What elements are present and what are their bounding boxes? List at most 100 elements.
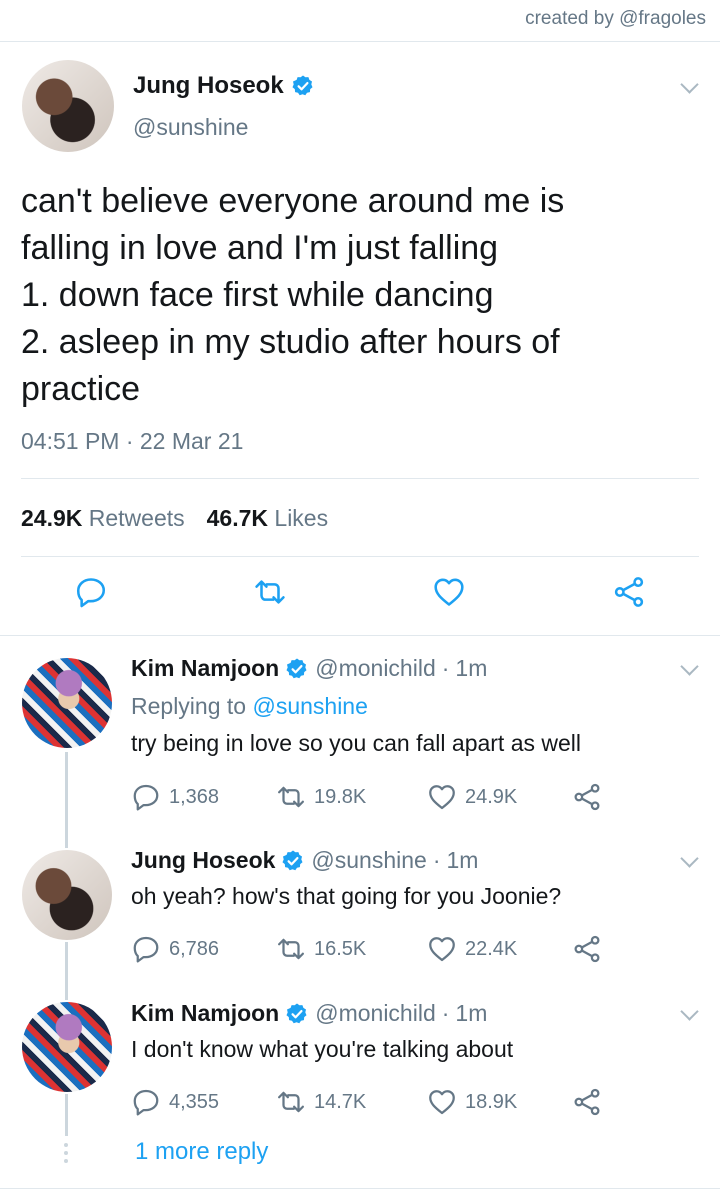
credit-text: created by @fragoles	[525, 8, 706, 29]
replying-to: Replying to @sunshine	[131, 693, 368, 720]
replying-prefix: Replying to	[131, 693, 247, 719]
verified-icon	[291, 74, 315, 98]
verified-icon	[285, 1002, 309, 1026]
retweet-icon	[276, 934, 306, 964]
thread-dots	[64, 1143, 69, 1163]
retweet-icon[interactable]	[253, 575, 287, 609]
retweet-button[interactable]: 19.8K	[276, 782, 366, 812]
reply-name[interactable]: Jung Hoseok	[131, 847, 275, 874]
retweet-count: 19.8K	[314, 785, 367, 808]
main-tweet-handle[interactable]: @sunshine	[133, 114, 248, 141]
main-tweet-line: 2. asleep in my studio after hours of	[21, 323, 560, 361]
main-tweet-line: can't believe everyone around me is	[21, 182, 565, 220]
likes-count: 46.7K	[206, 505, 269, 531]
likes-stat[interactable]: 46.7K Likes	[207, 505, 328, 532]
share-icon	[572, 782, 602, 812]
chevron-down-icon[interactable]	[680, 1002, 699, 1021]
reply-count: 4,355	[169, 1090, 220, 1113]
reply-icon	[131, 782, 161, 812]
likes-label: Likes	[274, 505, 329, 531]
top-divider	[0, 41, 720, 42]
reply-actions: 1,368 19.8K 24.9K	[131, 782, 611, 812]
divider	[0, 1188, 720, 1189]
reply-icon	[131, 934, 161, 964]
main-tweet-line: falling in love and I'm just falling	[21, 229, 499, 267]
reply-avatar[interactable]	[22, 658, 112, 748]
like-icon	[427, 782, 457, 812]
reply-count: 6,786	[169, 937, 220, 960]
like-icon	[427, 934, 457, 964]
share-icon	[572, 934, 602, 964]
reply-avatar[interactable]	[22, 850, 112, 940]
retweets-count: 24.9K	[21, 505, 83, 531]
like-icon	[427, 1087, 457, 1117]
reply-time[interactable]: 1m	[455, 1000, 487, 1027]
reply-handle[interactable]: @monichild	[315, 655, 436, 682]
reply-name[interactable]: Kim Namjoon	[131, 655, 279, 682]
share-button[interactable]	[572, 934, 602, 964]
main-tweet-name: Jung Hoseok	[133, 72, 284, 99]
share-icon[interactable]	[612, 575, 646, 609]
reply-header: Kim Namjoon @monichild · 1m	[131, 655, 487, 682]
retweet-icon	[276, 1087, 306, 1117]
reply-icon	[131, 1087, 161, 1117]
thread-line	[65, 942, 68, 1000]
reply-name[interactable]: Kim Namjoon	[131, 1000, 279, 1027]
reply-avatar[interactable]	[22, 1002, 112, 1092]
retweets-stat[interactable]: 24.9K Retweets	[21, 505, 185, 532]
verified-icon	[281, 849, 305, 873]
reply-button[interactable]: 6,786	[131, 934, 219, 964]
main-tweet-author[interactable]: Jung Hoseok	[133, 72, 315, 100]
like-icon[interactable]	[432, 575, 466, 609]
main-tweet-actions	[0, 575, 720, 619]
divider	[21, 478, 699, 479]
main-tweet-timestamp[interactable]: 04:51 PM · 22 Mar 21	[21, 428, 243, 455]
like-button[interactable]: 22.4K	[427, 934, 517, 964]
reply-time[interactable]: 1m	[447, 847, 479, 874]
main-tweet-line: 1. down face first while dancing	[21, 276, 494, 314]
main-tweet-stats: 24.9K Retweets 46.7K Likes	[21, 505, 328, 532]
reply-button[interactable]: 1,368	[131, 782, 219, 812]
reply-header: Jung Hoseok @sunshine · 1m	[131, 847, 478, 874]
main-tweet-line: practice	[21, 370, 141, 408]
thread-line	[65, 752, 68, 848]
retweet-button[interactable]: 16.5K	[276, 934, 366, 964]
divider	[21, 556, 699, 557]
reply-actions: 6,786 16.5K 22.4K	[131, 934, 611, 964]
like-button[interactable]: 24.9K	[427, 782, 517, 812]
divider	[0, 635, 720, 636]
reply-handle[interactable]: @sunshine	[311, 847, 426, 874]
retweet-icon	[276, 782, 306, 812]
separator-dot: ·	[432, 847, 441, 873]
reply-button[interactable]: 4,355	[131, 1087, 219, 1117]
separator-dot: ·	[441, 1000, 450, 1026]
reply-header: Kim Namjoon @monichild · 1m	[131, 1000, 487, 1027]
reply-text: oh yeah? how's that going for you Joonie…	[131, 883, 562, 909]
main-tweet-text: can't believe everyone around me is fall…	[21, 178, 671, 413]
like-count: 22.4K	[465, 937, 518, 960]
verified-icon	[285, 657, 309, 681]
chevron-down-icon[interactable]	[680, 849, 699, 868]
retweet-button[interactable]: 14.7K	[276, 1087, 366, 1117]
like-count: 24.9K	[465, 785, 518, 808]
replying-to-link[interactable]: @sunshine	[252, 693, 367, 719]
more-replies-link[interactable]: 1 more reply	[135, 1138, 268, 1166]
share-icon	[572, 1087, 602, 1117]
share-button[interactable]	[572, 1087, 602, 1117]
retweet-count: 16.5K	[314, 937, 367, 960]
retweets-label: Retweets	[88, 505, 185, 531]
share-button[interactable]	[572, 782, 602, 812]
like-button[interactable]: 18.9K	[427, 1087, 517, 1117]
reply-handle[interactable]: @monichild	[315, 1000, 436, 1027]
reply-text: I don't know what you're talking about	[131, 1036, 514, 1062]
reply-time[interactable]: 1m	[455, 655, 487, 682]
like-count: 18.9K	[465, 1090, 518, 1113]
chevron-down-icon[interactable]	[680, 657, 699, 676]
reply-text: try being in love so you can fall apart …	[131, 730, 582, 756]
reply-count: 1,368	[169, 785, 220, 808]
main-tweet-avatar[interactable]	[22, 60, 114, 152]
reply-icon[interactable]	[74, 575, 108, 609]
retweet-count: 14.7K	[314, 1090, 367, 1113]
chevron-down-icon[interactable]	[680, 75, 699, 94]
thread-line	[65, 1094, 68, 1136]
